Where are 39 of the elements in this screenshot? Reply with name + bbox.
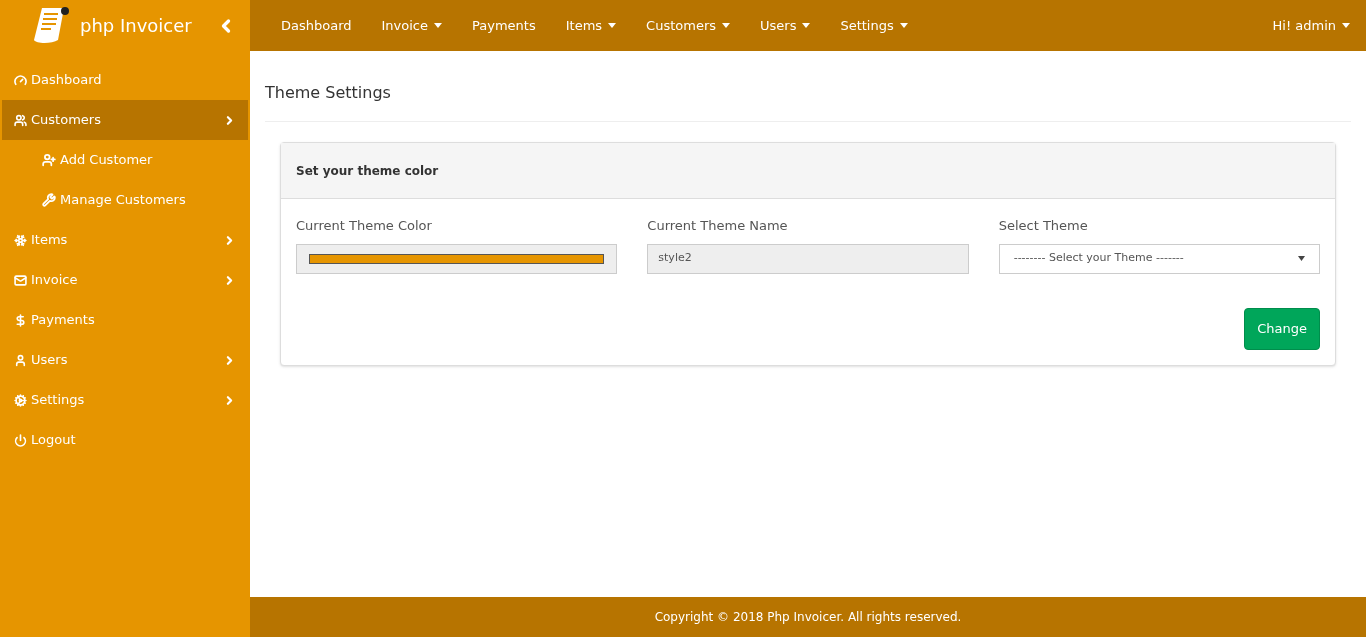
- copyright-text: Copyright © 2018 Php Invoicer. All rights reserved.: [654, 609, 962, 626]
- sidebar-item[interactable]: Logout: [2, 420, 248, 460]
- field-label: Current Theme Name: [647, 217, 789, 235]
- user-menu[interactable]: Hi! admin: [1272, 15, 1350, 36]
- page-title: Theme Settings: [265, 81, 1351, 122]
- user-icon: [14, 353, 27, 367]
- snowflake-icon: [14, 233, 27, 247]
- sidebar-item[interactable]: Payments: [2, 300, 248, 340]
- nav-link[interactable]: Invoice: [366, 15, 457, 36]
- change-button[interactable]: Change: [1244, 307, 1320, 350]
- field-label: Current Theme Color: [296, 217, 433, 235]
- brand-name: php Invoicer: [80, 14, 192, 38]
- nav-link[interactable]: Settings: [825, 15, 923, 36]
- theme-select[interactable]: -------- Select your Theme -------: [998, 243, 1320, 274]
- sidebar-item[interactable]: Items: [2, 220, 248, 260]
- users-icon: [14, 113, 27, 127]
- wrench-icon: [42, 193, 56, 207]
- gauge-icon: [14, 73, 27, 87]
- sidebar-subitem[interactable]: Add Customer: [0, 140, 250, 180]
- nav-link[interactable]: Users: [745, 15, 826, 36]
- theme-name-field[interactable]: style2: [647, 243, 969, 274]
- nav-link[interactable]: Customers: [631, 15, 745, 36]
- dollar-icon: [14, 313, 27, 327]
- power-icon: [14, 433, 27, 447]
- nav-link[interactable]: Items: [550, 15, 632, 36]
- cogs-icon: [14, 393, 27, 407]
- nav-link[interactable]: Dashboard: [266, 15, 367, 36]
- panel-heading: Set your theme color: [296, 162, 439, 180]
- sidebar-item[interactable]: Users: [2, 340, 248, 380]
- sidebar-subitem[interactable]: Manage Customers: [0, 180, 250, 220]
- envelope-icon: [14, 273, 27, 287]
- sidebar-item[interactable]: Dashboard: [2, 60, 248, 100]
- sidebar-item[interactable]: Invoice: [2, 260, 248, 300]
- nav-link[interactable]: Payments: [457, 15, 551, 36]
- sidebar-item[interactable]: Settings: [2, 380, 248, 420]
- user-plus-icon: [42, 153, 56, 167]
- dropdown-arrow-icon: [1298, 256, 1305, 261]
- sidebar-item[interactable]: Customers: [2, 100, 248, 140]
- field-label: Select Theme: [998, 217, 1089, 235]
